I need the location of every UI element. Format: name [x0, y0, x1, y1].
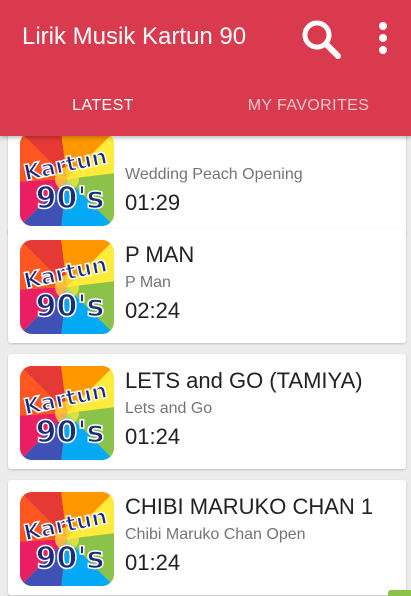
more-options-button[interactable]: [368, 14, 398, 60]
song-list[interactable]: Kartun 90's Wedding Peach Opening 01:29 …: [0, 136, 411, 596]
list-item[interactable]: Kartun 90's CHIBI MARUKO CHAN 1 Chibi Ma…: [8, 480, 406, 595]
tab-latest[interactable]: LATEST: [0, 92, 206, 120]
song-subtitle: P Man: [125, 274, 171, 291]
bottom-edge-indicator: [388, 590, 411, 596]
tab-my-favorites[interactable]: MY FAVORITES: [206, 92, 411, 120]
search-button[interactable]: [298, 16, 344, 62]
search-icon: [302, 20, 341, 59]
song-subtitle: Lets and Go: [125, 400, 213, 417]
logo-text: 90's: [36, 289, 105, 324]
logo-text: 90's: [36, 541, 105, 576]
kartun-90s-logo: Kartun 90's: [20, 492, 114, 586]
more-vert-icon: [379, 22, 387, 54]
logo-text: 90's: [36, 415, 105, 450]
kartun-90s-logo: Kartun 90's: [20, 136, 114, 226]
song-title: P MAN: [125, 242, 195, 267]
list-item[interactable]: Kartun 90's LETS and GO (TAMIYA) Lets an…: [8, 354, 406, 469]
kartun-90s-logo: Kartun 90's: [20, 366, 114, 460]
song-title: LETS and GO (TAMIYA): [125, 368, 363, 393]
app-title: Lirik Musik Kartun 90: [22, 23, 247, 50]
song-subtitle: Chibi Maruko Chan Open: [125, 526, 306, 543]
song-duration: 02:24: [125, 298, 181, 323]
kartun-90s-logo: Kartun 90's: [20, 240, 114, 334]
song-subtitle: Wedding Peach Opening: [125, 166, 303, 183]
list-item[interactable]: Kartun 90's P MAN P Man 02:24: [8, 228, 406, 343]
logo-text: 90's: [36, 181, 105, 216]
song-title: CHIBI MARUKO CHAN 1: [125, 494, 374, 519]
list-item[interactable]: Kartun 90's Wedding Peach Opening 01:29: [8, 136, 406, 235]
song-duration: 01:24: [125, 424, 181, 449]
song-duration: 01:29: [125, 190, 181, 215]
app-bar: Lirik Musik Kartun 90 LATEST MY FAVORITE…: [0, 0, 411, 136]
song-duration: 01:24: [125, 550, 181, 575]
